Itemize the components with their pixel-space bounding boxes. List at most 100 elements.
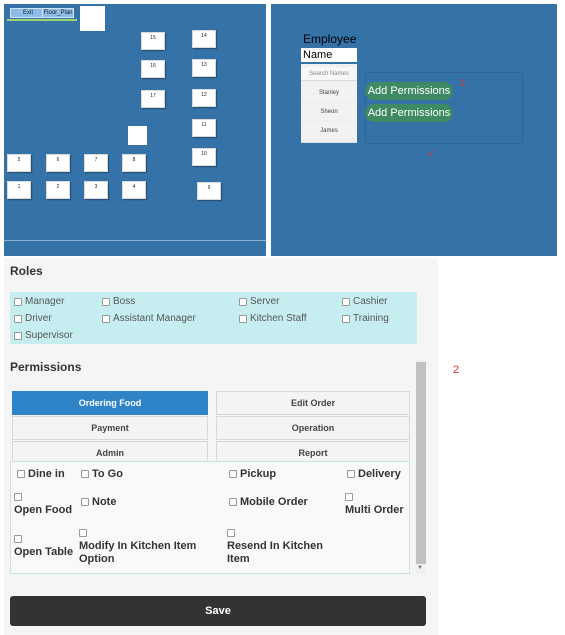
checkbox-icon[interactable] — [102, 314, 110, 323]
table-4[interactable]: 4 — [122, 181, 146, 199]
role-checkbox-assistant-manager[interactable]: Assistant Manager — [102, 313, 196, 324]
table-10[interactable]: 10 — [192, 148, 216, 166]
option-delivery[interactable]: Delivery — [347, 468, 401, 481]
search-names-input[interactable]: Search Names — [301, 67, 357, 81]
tab-operation[interactable]: Operation — [216, 416, 410, 440]
role-checkbox-manager[interactable]: Manager — [14, 296, 64, 307]
option-label: Note — [92, 496, 117, 508]
table-14[interactable]: 14 — [192, 30, 216, 48]
checkbox-icon[interactable] — [342, 314, 350, 323]
floor-plan-block — [80, 6, 105, 31]
option-label: Open Table — [14, 546, 74, 558]
role-label: Server — [250, 296, 280, 307]
role-label: Boss — [113, 296, 136, 307]
permission-options: Dine in To Go Pickup Delivery Open Food … — [10, 461, 410, 574]
option-multi-order[interactable]: Multi Order — [345, 491, 404, 517]
role-label: Assistant Manager — [113, 313, 196, 324]
employee-panel: Employee Name Search Names Stanley Sheon… — [271, 4, 557, 256]
exit-button[interactable]: Exit — [10, 8, 46, 18]
tab-ordering-food[interactable]: Ordering Food — [12, 391, 208, 415]
role-checkbox-boss[interactable]: Boss — [102, 296, 135, 307]
add-permissions-button[interactable]: Add Permissions — [365, 104, 453, 122]
floor-plan-button[interactable]: Floor_Plan — [42, 8, 74, 18]
table-13[interactable]: 13 — [192, 59, 216, 77]
floor-plan-block — [128, 126, 147, 145]
employee-list-item[interactable]: James — [301, 123, 357, 139]
annotation-number: 2 — [460, 78, 466, 88]
role-checkbox-kitchen-staff[interactable]: Kitchen Staff — [239, 313, 307, 324]
table-8[interactable]: 8 — [122, 154, 146, 172]
checkbox-icon[interactable] — [229, 470, 237, 478]
option-mobile-order[interactable]: Mobile Order — [229, 496, 308, 509]
table-3[interactable]: 3 — [84, 181, 108, 199]
checkbox-icon[interactable] — [239, 297, 247, 306]
checkbox-icon[interactable] — [229, 498, 237, 506]
option-label: To Go — [92, 468, 123, 480]
table-5[interactable]: 5 — [7, 154, 31, 172]
name-column-header: Name — [301, 48, 357, 62]
table-2[interactable]: 2 — [46, 181, 70, 199]
role-checkbox-server[interactable]: Server — [239, 296, 279, 307]
floor-plan-panel: Exit Floor_Plan 15 14 16 13 17 12 11 10 … — [4, 4, 266, 256]
checkbox-icon[interactable] — [79, 529, 87, 537]
role-checkbox-supervisor[interactable]: Supervisor — [14, 330, 73, 341]
scrollbar-thumb[interactable] — [416, 362, 426, 564]
checkbox-icon[interactable] — [347, 470, 355, 478]
option-label: Dine in — [28, 468, 65, 480]
option-modify-in-kitchen-item-option[interactable]: Modify In Kitchen Item Option — [79, 527, 219, 566]
add-permissions-button[interactable]: Add Permissions — [365, 82, 453, 100]
checkbox-icon[interactable] — [345, 493, 353, 501]
table-7[interactable]: 7 — [84, 154, 108, 172]
save-button[interactable]: Save — [10, 596, 426, 626]
option-resend-in-kitchen-item[interactable]: Resend In Kitchen Item — [227, 527, 347, 566]
option-open-table[interactable]: Open Table — [14, 533, 73, 559]
roles-permissions-card: Roles Manager Boss Server Cashier Driver… — [4, 258, 438, 635]
table-16[interactable]: 16 — [141, 60, 165, 78]
employee-list-item[interactable]: Stanley — [301, 85, 357, 101]
table-11[interactable]: 11 — [192, 119, 216, 137]
option-label: Modify In Kitchen Item Option — [79, 540, 197, 565]
floor-plan-divider — [4, 240, 266, 241]
role-label: Driver — [25, 313, 52, 324]
roles-heading: Roles — [10, 264, 43, 278]
role-checkbox-training[interactable]: Training — [342, 313, 389, 324]
checkbox-icon[interactable] — [102, 297, 110, 306]
table-9[interactable]: 9 — [197, 182, 221, 200]
checkbox-icon[interactable] — [14, 331, 22, 340]
checkbox-icon[interactable] — [17, 470, 25, 478]
table-1[interactable]: 1 — [7, 181, 31, 199]
role-label: Cashier — [353, 296, 388, 307]
table-17[interactable]: 17 — [141, 90, 165, 108]
option-note[interactable]: Note — [81, 496, 116, 509]
checkbox-icon[interactable] — [342, 297, 350, 306]
checkbox-icon[interactable] — [227, 529, 235, 537]
scroll-down-icon[interactable]: ▼ — [417, 565, 423, 571]
checkbox-icon[interactable] — [239, 314, 247, 323]
role-label: Kitchen Staff — [250, 313, 307, 324]
checkbox-icon[interactable] — [14, 493, 22, 501]
checkbox-icon[interactable] — [14, 297, 22, 306]
checkbox-icon[interactable] — [81, 498, 89, 506]
tab-edit-order[interactable]: Edit Order — [216, 391, 410, 415]
checkbox-icon[interactable] — [14, 535, 22, 543]
option-label: Multi Order — [345, 504, 404, 516]
role-label: Supervisor — [25, 330, 73, 341]
role-checkbox-driver[interactable]: Driver — [14, 313, 52, 324]
option-dine-in[interactable]: Dine in — [17, 468, 65, 481]
table-12[interactable]: 12 — [192, 89, 216, 107]
table-6[interactable]: 6 — [46, 154, 70, 172]
role-label: Training — [353, 313, 389, 324]
option-open-food[interactable]: Open Food — [14, 491, 72, 517]
option-pickup[interactable]: Pickup — [229, 468, 276, 481]
checkbox-icon[interactable] — [81, 470, 89, 478]
option-label: Mobile Order — [240, 496, 308, 508]
floor-plan-tab-indicator — [7, 19, 77, 21]
role-checkbox-cashier[interactable]: Cashier — [342, 296, 387, 307]
tab-payment[interactable]: Payment — [12, 416, 208, 440]
checkbox-icon[interactable] — [14, 314, 22, 323]
employee-list-item[interactable]: Sheon — [301, 104, 357, 120]
table-15[interactable]: 15 — [141, 32, 165, 50]
option-label: Delivery — [358, 468, 401, 480]
role-label: Manager — [25, 296, 65, 307]
option-to-go[interactable]: To Go — [81, 468, 123, 481]
